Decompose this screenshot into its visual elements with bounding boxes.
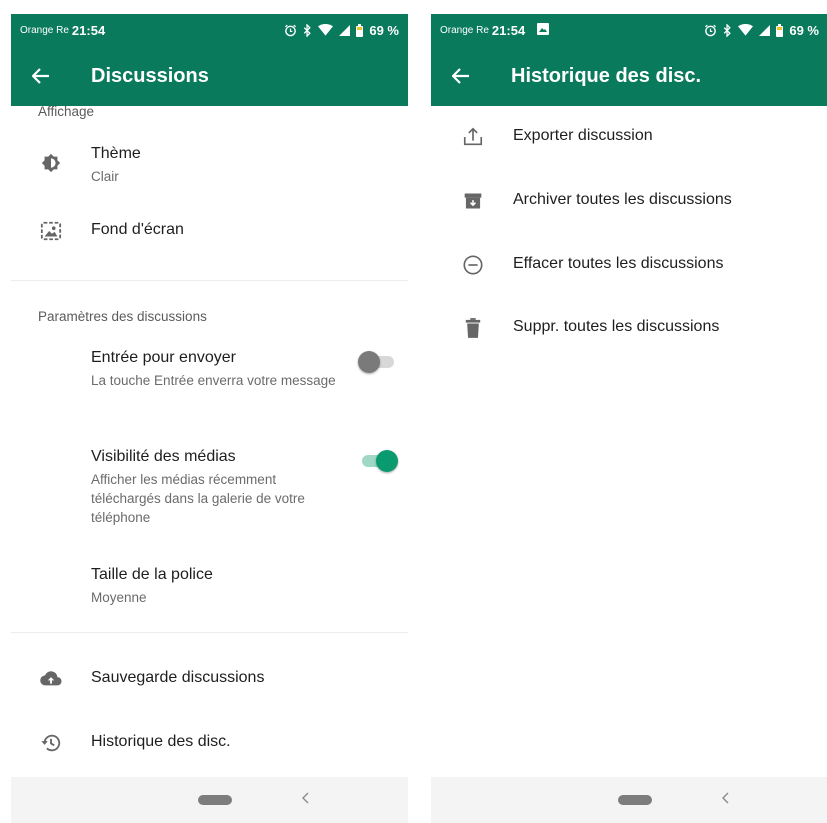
chat-history-setting[interactable]: Historique des disc. [11, 728, 408, 758]
home-button[interactable] [198, 795, 232, 805]
cloud-upload-icon [38, 666, 64, 692]
status-time: 21:54 [491, 22, 526, 38]
minus-circle-icon [460, 252, 486, 278]
arrow-back-icon [32, 68, 49, 84]
battery-percentage: 69 % [789, 22, 819, 38]
section-header-display: Affichage [38, 104, 95, 119]
menu-item-label: Archiver toutes les discussions [513, 191, 732, 208]
font-size-value: Moyenne [91, 590, 147, 605]
export-icon [460, 124, 486, 150]
section-header-chat-settings: Paramètres des discussions [38, 309, 207, 324]
delete-all-chats-item[interactable]: Suppr. toutes les discussions [431, 313, 827, 343]
carrier-name: Orange Re [440, 24, 489, 36]
battery-icon [776, 23, 784, 37]
divider [11, 280, 408, 281]
signal-icon [339, 24, 351, 36]
media-visibility-title: Visibilité des médias [91, 448, 236, 465]
export-chat-item[interactable]: Exporter discussion [431, 122, 827, 152]
trash-icon [460, 315, 486, 341]
archive-all-chats-item[interactable]: Archiver toutes les discussions [431, 186, 827, 216]
enter-to-send-title: Entrée pour envoyer [91, 349, 236, 366]
menu-item-label: Exporter discussion [513, 127, 653, 144]
media-visibility-subtitle: Afficher les médias récemment téléchargé… [91, 472, 305, 525]
wallpaper-title: Fond d'écran [91, 221, 184, 238]
bluetooth-icon [303, 23, 312, 37]
bluetooth-icon [723, 23, 732, 37]
nav-back-button[interactable] [301, 791, 311, 810]
chat-history-title: Historique des disc. [91, 733, 231, 750]
chat-backup-title: Sauvegarde discussions [91, 669, 265, 686]
carrier-name: Orange Re [20, 24, 69, 36]
arrow-back-icon [452, 68, 469, 84]
enter-to-send-subtitle: La touche Entrée enverra votre message [91, 373, 336, 388]
chat-history-screen: Orange Re 21:54 69 % Historique des disc… [431, 14, 827, 823]
back-button[interactable] [11, 46, 69, 106]
wallpaper-icon [38, 218, 64, 244]
alarm-icon [284, 24, 297, 37]
signal-icon [759, 24, 771, 36]
enter-to-send-setting[interactable]: Entrée pour envoyer La touche Entrée env… [11, 348, 408, 412]
status-bar: Orange Re 21:54 69 % [11, 14, 408, 46]
theme-setting[interactable]: Thème Clair [11, 144, 408, 194]
history-icon [38, 730, 64, 756]
toggle-thumb [376, 450, 398, 472]
navigation-bar [431, 777, 827, 823]
navigation-bar [11, 777, 408, 823]
status-bar: Orange Re 21:54 69 % [431, 14, 827, 46]
theme-value: Clair [91, 169, 119, 184]
battery-icon [356, 23, 364, 37]
wifi-icon [738, 24, 754, 36]
nav-back-button[interactable] [721, 791, 731, 810]
clear-all-chats-item[interactable]: Effacer toutes les discussions [431, 250, 827, 280]
menu-item-label: Effacer toutes les discussions [513, 255, 724, 272]
chevron-left-icon [722, 792, 729, 804]
wifi-icon [318, 24, 334, 36]
page-title: Discussions [91, 64, 209, 87]
home-button[interactable] [618, 795, 652, 805]
toggle-thumb [358, 351, 380, 373]
wallpaper-setting[interactable]: Fond d'écran [11, 218, 408, 258]
discussions-settings-screen: Orange Re 21:54 69 % Discussions Afficha… [11, 14, 408, 823]
chat-backup-setting[interactable]: Sauvegarde discussions [11, 664, 408, 694]
app-bar: Historique des disc. [431, 46, 827, 106]
media-visibility-setting[interactable]: Visibilité des médias Afficher les média… [11, 447, 408, 531]
enter-to-send-toggle[interactable] [358, 348, 398, 374]
alarm-icon [704, 24, 717, 37]
chevron-left-icon [302, 792, 309, 804]
theme-title: Thème [91, 145, 141, 162]
media-visibility-toggle[interactable] [358, 447, 398, 473]
app-bar: Discussions [11, 46, 408, 106]
font-size-setting[interactable]: Taille de la police Moyenne [11, 565, 408, 611]
divider [11, 632, 408, 633]
font-size-title: Taille de la police [91, 566, 213, 583]
archive-icon [460, 188, 486, 214]
image-notification-icon [537, 22, 550, 38]
back-button[interactable] [431, 46, 489, 106]
battery-percentage: 69 % [369, 22, 399, 38]
status-time: 21:54 [71, 22, 106, 38]
menu-item-label: Suppr. toutes les discussions [513, 318, 720, 335]
brightness-icon [38, 150, 64, 176]
page-title: Historique des disc. [511, 64, 702, 87]
